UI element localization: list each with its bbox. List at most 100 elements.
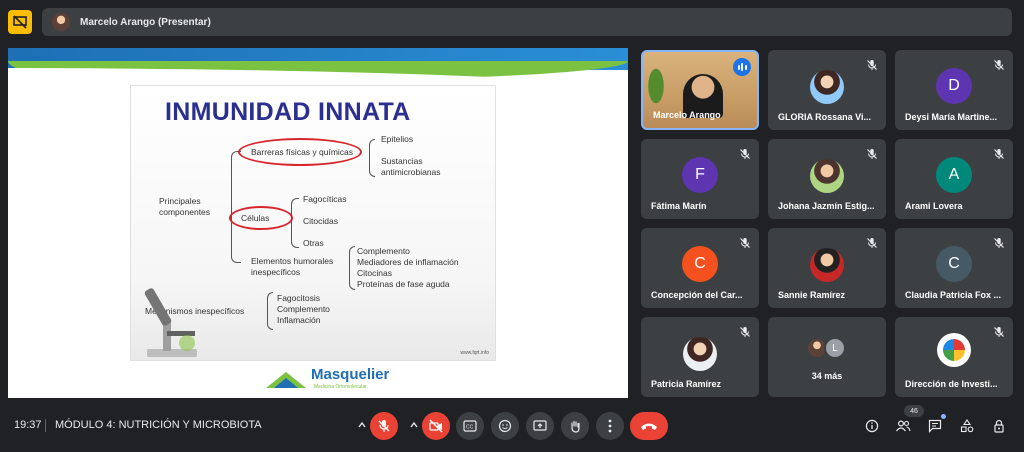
meeting-title: MÓDULO 4: NUTRICIÓN Y MICROBIOTA [55, 419, 262, 431]
lock-person-icon [994, 419, 1004, 433]
camera-options-chevron-icon[interactable] [409, 420, 419, 430]
participant-name: Fátima Marín [651, 201, 707, 211]
participant-tile[interactable]: Dirección de Investi... [895, 317, 1013, 397]
mic-muted-icon [993, 147, 1005, 159]
mic-muted-icon [993, 58, 1005, 70]
more-vert-icon [608, 419, 612, 433]
barreras-label: Barreras físicas y químicas [251, 147, 354, 157]
avatar: D [936, 68, 972, 104]
emoji-icon [498, 419, 512, 433]
avatar [810, 248, 844, 282]
mic-muted-icon [993, 325, 1005, 337]
participant-tile[interactable]: Johana Jazmín Estig... [768, 139, 886, 219]
present-screen-icon [533, 420, 547, 431]
participant-tile[interactable]: GLORIA Rossana Vi... [768, 50, 886, 130]
microscope-illustration [144, 288, 197, 357]
presenter-name: Marcelo Arango (Presentar) [80, 16, 211, 28]
participant-name: Marcelo Arango [653, 110, 721, 120]
more-options-button[interactable] [596, 412, 624, 440]
divider [45, 419, 46, 432]
chat-button[interactable] [925, 416, 945, 436]
brace-barreras [369, 139, 375, 177]
plant-decoration [647, 66, 665, 106]
leave-call-button[interactable] [630, 412, 668, 440]
participant-name: Dirección de Investi... [905, 379, 998, 389]
raise-hand-button[interactable] [561, 412, 589, 440]
participant-name: Deysi María Martine... [905, 112, 998, 122]
avatar [810, 70, 844, 104]
more-participants-tile[interactable]: L 34 más [768, 317, 886, 397]
slide-url: www.fqrt.info [460, 350, 489, 356]
people-button[interactable] [893, 416, 913, 436]
host-controls-button[interactable] [989, 416, 1009, 436]
brace-mecanismos [267, 292, 273, 330]
mic-muted-icon [866, 147, 878, 159]
slide-content: INMUNIDAD INNATA Principales componentes… [130, 85, 496, 361]
meeting-details-button[interactable] [862, 416, 882, 436]
participant-tile[interactable]: F Fátima Marín [641, 139, 759, 219]
participant-tile[interactable]: Patricia Ramírez [641, 317, 759, 397]
logo-subtitle: Medicina Ortomolecular [314, 384, 367, 390]
hand-icon [571, 420, 580, 433]
activities-button[interactable] [957, 416, 977, 436]
participant-name: Patricia Ramírez [651, 379, 722, 389]
avatar: L [824, 337, 846, 359]
presentation-icon[interactable] [8, 10, 32, 34]
institution-logo [937, 333, 971, 367]
avatar: F [682, 157, 718, 193]
mecanismos-list: Fagocitosis Complemento Inflamación [277, 293, 330, 325]
epitelios-label: Epitelios [381, 134, 414, 144]
participant-name: Johana Jazmín Estig... [778, 201, 875, 211]
mic-muted-icon [739, 236, 751, 248]
mic-off-icon [378, 420, 390, 432]
principales-label: Principales componentes [159, 196, 211, 217]
elementos-label: Elementos humorales inespecíficos [251, 256, 334, 277]
captions-icon: CC [463, 420, 477, 432]
mic-options-chevron-icon[interactable] [357, 420, 367, 430]
camera-toggle-button[interactable] [422, 412, 450, 440]
participant-name: Arami Lovera [905, 201, 963, 211]
shared-screen: INMUNIDAD INNATA Principales componentes… [8, 48, 628, 398]
masquelier-logo-icon [266, 372, 306, 388]
mic-muted-icon [993, 236, 1005, 248]
chat-icon [928, 419, 942, 433]
participant-tile[interactable]: Sannie Ramírez [768, 228, 886, 308]
participant-tile[interactable]: C Claudia Patricia Fox ... [895, 228, 1013, 308]
mic-muted-icon [739, 325, 751, 337]
top-bar: Marcelo Arango (Presentar) [0, 0, 1024, 44]
humorales-list: Complemento Mediadores de inflamación Ci… [357, 246, 459, 289]
participant-tile[interactable]: A Arami Lovera [895, 139, 1013, 219]
speaking-indicator-icon [733, 58, 751, 76]
sustancias-label: Sustancias antimicrobianas [381, 156, 441, 177]
hang-up-icon [641, 423, 657, 430]
brace-celulas [291, 198, 299, 248]
participant-tile[interactable]: D Deysi María Martine... [895, 50, 1013, 130]
otras-label: Otras [303, 238, 324, 248]
meeting-clock: 19:37 [14, 419, 42, 431]
celulas-label: Células [241, 213, 270, 223]
avatar: C [936, 246, 972, 282]
activities-icon [960, 419, 974, 433]
participant-name: Concepción del Car... [651, 290, 743, 300]
mic-muted-icon [739, 147, 751, 159]
avatar [683, 337, 717, 371]
fagociticas-label: Fagocíticas [303, 194, 347, 204]
avatar: C [682, 246, 718, 282]
logo-text: Masquelier [311, 366, 390, 383]
participant-tile[interactable]: Marcelo Arango [641, 50, 759, 130]
presenter-banner[interactable]: Marcelo Arango (Presentar) [42, 8, 1012, 36]
participant-name: GLORIA Rossana Vi... [778, 112, 872, 122]
mic-muted-icon [866, 58, 878, 70]
participant-name: Claudia Patricia Fox ... [905, 290, 1002, 300]
citocidas-label: Citocidas [303, 216, 338, 226]
participant-name: Sannie Ramírez [778, 290, 846, 300]
slide-title: INMUNIDAD INNATA [165, 98, 411, 126]
svg-text:CC: CC [466, 425, 474, 431]
mic-toggle-button[interactable] [370, 412, 398, 440]
reactions-button[interactable] [491, 412, 519, 440]
camera-off-icon [429, 419, 443, 433]
participant-tile[interactable]: C Concepción del Car... [641, 228, 759, 308]
captions-button[interactable]: CC [456, 412, 484, 440]
brace-main [231, 151, 241, 263]
present-button[interactable] [526, 412, 554, 440]
